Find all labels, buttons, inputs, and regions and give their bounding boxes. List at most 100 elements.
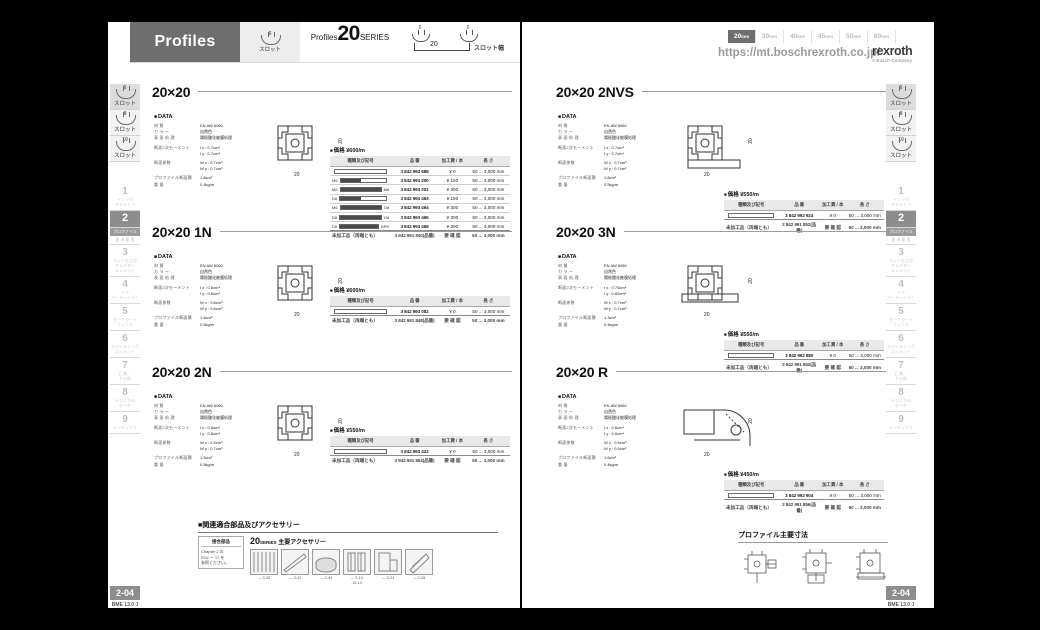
sidebar-item-label: 工 具 ・その他 [117,371,133,381]
sidebar-item-3[interactable]: 3 フットおよび キャスター エレメント [110,245,140,277]
sidebar-slot-tab-10[interactable]: 10 スロット [110,136,140,162]
sidebar-item-number: 6 [122,333,128,344]
slot-size-number: 6 [268,30,272,37]
sidebar-item-8[interactable]: 8 テクニカル データ [110,385,140,412]
size-tab-20[interactable]: 20mm [728,30,756,43]
sidebar-item-label: イントロ ダクション [891,197,911,207]
sidebar-item-6[interactable]: 6 スライディング エレメント [110,331,140,358]
table-row[interactable]: 3 842 993 422 ¥ 0 50 ... 3,000 mm [330,446,510,457]
sidebar-item-number: 9 [122,414,128,425]
accessory-caption: → 2-32 [257,576,271,580]
accessory-item[interactable]: → 2-44 [312,549,340,585]
table-row[interactable]: M6 3 842 993 200 ¥ 150 50 ... 3,000 mm [330,175,510,186]
data-value: I y : 0.7cm⁴ [200,150,221,156]
sidebar-right[interactable]: 6 スロット 8 スロット 10 スロット 1 イントロ ダクション 2 プロファイル基 本 要 素… [886,84,916,434]
sidebar-item-1[interactable]: 1 イントロ ダクション [110,184,140,211]
slot-covers-thumbnail[interactable] [250,549,278,575]
size-tab-40[interactable]: 40mm [784,30,812,43]
table-row[interactable]: D8 3 842 993 463 ¥ 150 50 ... 3,000 mm [330,194,510,204]
section-header: 20×20 R [556,364,886,380]
section-rule [623,230,886,232]
data-row: 重 量 0.4kg/m [154,182,262,188]
table-row[interactable]: 3 842 992 904 ¥ 0 50 ... 3,000 mm [724,490,884,501]
sidebar-item-number: 8 [122,387,128,398]
slot-cup-icon: 8 [891,111,912,125]
data-row: W y : 0.6cm³ [154,306,262,312]
connector-set-thumbnail[interactable] [343,549,371,575]
sidebar-slot-tab-8[interactable]: 8 スロット [110,110,140,136]
sidebar-item-4[interactable]: 4 ドア パーティション [110,277,140,304]
accessory-item[interactable]: → 2-32 [250,549,278,585]
sidebar-slot-tab-10[interactable]: 10 スロット [886,136,916,162]
data-key: 表 面 処 理 [154,135,175,141]
sidebar-item-3[interactable]: 3 フットおよび キャスター エレメント [886,245,916,277]
sidebar-item-7[interactable]: 7工 具 ・その他 [110,358,140,385]
table-row[interactable]: 3 842 992 880 ¥ 0 50 ... 3,000 mm [724,350,884,361]
cell-length: 50 ... 3,000 mm [472,458,505,464]
table-caption: 価格 ¥550/m [724,330,884,338]
sidebar-item-6[interactable]: 6 スライディング エレメント [886,331,916,358]
sidebar-item-8[interactable]: 8 テクニカル データ [886,385,916,412]
sidebar-item-2[interactable]: 2 [110,211,140,228]
sidebar-item-5[interactable]: 5 セーフガード フェンス [110,304,140,331]
profile-bar-thumbnail[interactable] [281,549,309,575]
acc-heading-rest: 主要アクセサリー [278,540,326,546]
data-value: 陽極酸化被膜処理 [200,275,232,281]
size-tab-60[interactable]: 60mm [868,30,896,43]
table-row[interactable]: D8 D8 3 842 993 465 ¥ 300 50 ... 3,000 mm [330,212,510,223]
size-unit: mm [741,34,750,39]
cell-symbol [330,306,392,317]
size-tab-group[interactable]: 20mm 30mm 40mm 45mm 50mm 60mm [728,30,896,43]
sidebar-item-7[interactable]: 7工 具 ・その他 [886,358,916,385]
accessory-item[interactable]: → 2-42 [281,549,309,585]
sidebar-item-label: インデックス [113,425,137,430]
sidebar-item-5[interactable]: 5 セーフガード フェンス [886,304,916,331]
sidebar-slot-tab-6[interactable]: 6 スロット [886,84,916,110]
size-tab-45[interactable]: 45mm [812,30,840,43]
sidebar-item-4[interactable]: 4 ドア パーティション [886,277,916,304]
sidebar-item-number: 5 [122,306,128,317]
header-slot-icon-tab[interactable]: 6 スロット [240,22,300,62]
t-nut-thumbnail[interactable] [405,549,433,575]
profile-dimension-drawing-2 [794,547,840,587]
sidebar-item-number: 8 [898,387,904,398]
accessory-thumbnail-row[interactable]: → 2-32 → 2-42 → 2-44 → 2-13, 15-19 → 2-24 → 2-… [250,549,433,585]
cell-price: ¥ 0 [819,350,846,361]
data-row: 重 量 0.4kg/m [558,322,666,328]
end-cap-thumbnail[interactable] [312,549,340,575]
data-key [154,431,200,437]
accessory-item[interactable]: → 2-13, 15-19 [343,549,371,585]
sidebar-left[interactable]: 6 スロット 8 スロット 10 スロット 1 イントロ ダクション 2 プロファイル基 本 要 素… [110,84,140,434]
sidebar-item-2[interactable]: 2 [886,211,916,228]
data-key: 表 面 処 理 [154,275,175,281]
table-row[interactable]: 3 842 992 688 ¥ 0 50 ... 3,000 mm [330,166,510,177]
table-row[interactable]: 3 842 993 082 ¥ 0 50 ... 3,000 mm [330,306,510,317]
dim-width: 20 [704,312,710,318]
size-tab-50[interactable]: 50mm [840,30,868,43]
data-value: I y : 0.60cm⁴ [604,290,627,296]
table-row[interactable]: M6 D8 3 842 993 464 ¥ 300 50 ... 3,000 mm [330,203,510,213]
data-key [558,446,604,452]
sidebar-item-label: プロファイル [110,228,140,236]
size-tab-30[interactable]: 30mm [756,30,784,43]
accessory-item[interactable]: → 2-24 [374,549,402,585]
data-key [558,151,604,157]
accessory-item[interactable]: → 2-28 [405,549,433,585]
cell-length: 50 ... 3,000 mm [466,446,510,457]
table-row[interactable]: 3 842 992 924 ¥ 0 50 ... 3,000 mm [724,210,884,221]
sidebar-item-label: フットおよび キャスター エレメント [889,258,913,273]
sidebar-item-1[interactable]: 1 イントロ ダクション [886,184,916,211]
sidebar-item-label: セーフガード フェンス [113,317,137,327]
sidebar-item-9[interactable]: 9 インデックス [886,412,916,434]
data-key: 表 面 処 理 [558,415,579,421]
acc-series-num: 20 [250,536,261,546]
site-url[interactable]: https://mt.boschrexroth.co.jp/ [718,47,880,59]
bracket-thumbnail[interactable] [374,549,402,575]
cell-symbol [724,490,779,501]
table-row[interactable]: M6 M6 3 842 993 201 ¥ 300 50 ... 3,000 mm [330,184,510,195]
sidebar-item-9[interactable]: 9 インデックス [110,412,140,434]
sidebar-slot-tab-8[interactable]: 8 スロット [886,110,916,136]
accessory-caption: → 2-42 [288,576,302,580]
logo-tagline: A Bosch Company [872,58,913,63]
sidebar-slot-tab-6[interactable]: 6 スロット [110,84,140,110]
